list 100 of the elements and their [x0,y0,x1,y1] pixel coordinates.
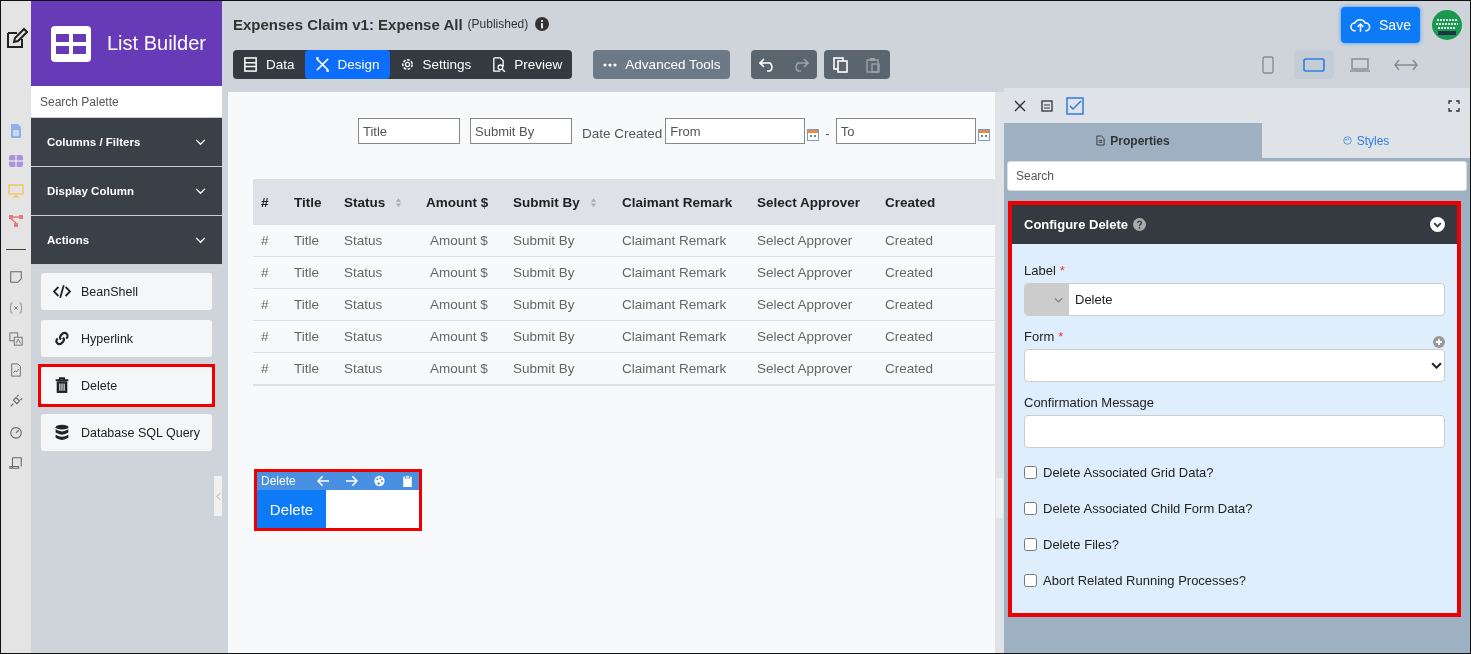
column-header[interactable]: Submit By [505,179,614,225]
column-header[interactable]: Status [336,179,418,225]
element-title: Delete [261,474,296,488]
tablet-icon[interactable] [1294,50,1334,79]
checkbox[interactable] [1024,502,1037,515]
add-icon[interactable] [1433,336,1445,348]
edit-icon[interactable] [4,27,28,51]
link-icon [53,330,71,347]
checkbox-label: Abort Related Running Processes? [1043,573,1247,588]
mode-tab[interactable]: Preview [481,50,573,79]
checkbox[interactable] [1024,466,1037,479]
section-title: Configure Delete [1024,217,1128,232]
palette-section[interactable]: Display Column [31,167,222,216]
avatar[interactable] [1432,10,1462,40]
collapse-handle[interactable] [214,476,222,516]
calendar-icon[interactable] [807,129,820,141]
table-cell: Amount $ [418,320,505,353]
mode-tab[interactable]: Design [304,50,390,79]
table-cell: Amount $ [418,225,505,257]
input-field[interactable] [1024,415,1445,448]
chevron-down-icon [195,236,206,244]
help-icon[interactable] [1133,218,1146,231]
label-field[interactable]: Delete [1024,283,1445,316]
range-separator: - [825,125,830,141]
palette-section[interactable]: Actions [31,216,222,265]
file-chart-icon[interactable] [9,363,23,377]
palette-item[interactable]: Hyperlink [41,320,212,357]
mode-tab[interactable]: Data [233,50,305,79]
sort-icon[interactable] [589,196,597,208]
table-cell: Submit By [505,352,614,385]
status-text: (Published) [467,17,529,31]
table-cell: Claimant Remark [614,225,749,257]
column-header[interactable]: # [253,179,286,225]
sort-icon[interactable] [395,196,403,208]
filter-field[interactable]: Title [358,118,460,144]
advanced-tools-button[interactable]: Advanced Tools [593,50,731,79]
palette-icon[interactable] [372,475,386,487]
checkbox[interactable] [1024,574,1037,587]
filter-field[interactable]: Submit By [470,118,572,144]
close-icon[interactable] [1014,99,1026,112]
palette-item[interactable]: BeanShell [41,273,212,310]
table-cell: Select Approver [749,288,877,321]
palette-item[interactable]: Delete [41,367,212,404]
column-header[interactable]: Amount $ [418,179,505,225]
checkbox-label: Delete Associated Grid Data? [1043,465,1214,480]
note-icon[interactable] [9,270,23,284]
column-header[interactable]: Select Approver [749,179,877,225]
date-field[interactable]: From [665,118,806,144]
chevron-circle-icon[interactable] [1430,217,1445,232]
search-field[interactable]: Search Palette [31,86,222,118]
flowchart-icon[interactable] [8,213,24,229]
list-icon [51,25,91,62]
select-field[interactable] [1024,349,1445,382]
clipboard-icon[interactable] [400,475,414,487]
date-field[interactable]: To [835,118,976,144]
palette-section[interactable]: Columns / Filters [31,118,222,167]
info-icon[interactable] [535,17,550,31]
clipboard-icon[interactable] [864,56,883,73]
chevron-down-icon [1431,362,1442,369]
scroll-icon[interactable] [9,456,23,470]
page-title: Expenses Claim v1: Expense All [233,15,463,33]
table-cell: Title [286,225,336,257]
table-cell: Select Approver [749,352,877,385]
section-header[interactable]: Configure Delete [1012,205,1457,244]
variable-icon[interactable] [9,301,23,315]
window-icon[interactable] [1041,99,1053,112]
field-label: Form * [1024,329,1064,344]
translate-icon[interactable] [9,332,23,346]
column-header[interactable]: Claimant Remark [614,179,749,225]
grid-icon[interactable] [8,153,24,169]
table-cell: Status [336,352,418,385]
mode-tab[interactable]: Settings [389,50,482,79]
delete-button[interactable]: Delete [257,490,326,528]
copy-icon[interactable] [832,56,851,73]
table-cell: Amount $ [418,288,505,321]
arrow-right-icon[interactable] [344,475,358,487]
table-cell: # [253,288,286,321]
table-cell: Status [336,225,418,257]
plug-icon[interactable] [9,394,23,408]
column-header[interactable]: Created [877,179,995,225]
table-cell: Claimant Remark [614,256,749,289]
search-field[interactable]: Search [1007,161,1467,191]
save-button[interactable]: Save [1341,7,1420,43]
arrow-left-icon[interactable] [316,475,330,487]
gauge-icon[interactable] [9,425,23,439]
table-cell: Title [286,320,336,353]
ellipsis-icon [603,62,618,67]
document-icon[interactable] [8,123,24,139]
palette-icon [1342,135,1352,146]
table-cell: Title [286,352,336,385]
checkbox[interactable] [1024,538,1037,551]
table-icon [243,57,258,72]
palette-item[interactable]: Database SQL Query [41,414,212,451]
fullscreen-icon[interactable] [1448,99,1460,112]
resize-handle[interactable] [996,478,1003,518]
checkbox-icon[interactable] [1066,96,1084,115]
table-cell: Status [336,320,418,353]
column-header[interactable]: Title [286,179,336,225]
calendar-icon[interactable] [977,129,990,141]
table-cell: Submit By [505,320,614,353]
